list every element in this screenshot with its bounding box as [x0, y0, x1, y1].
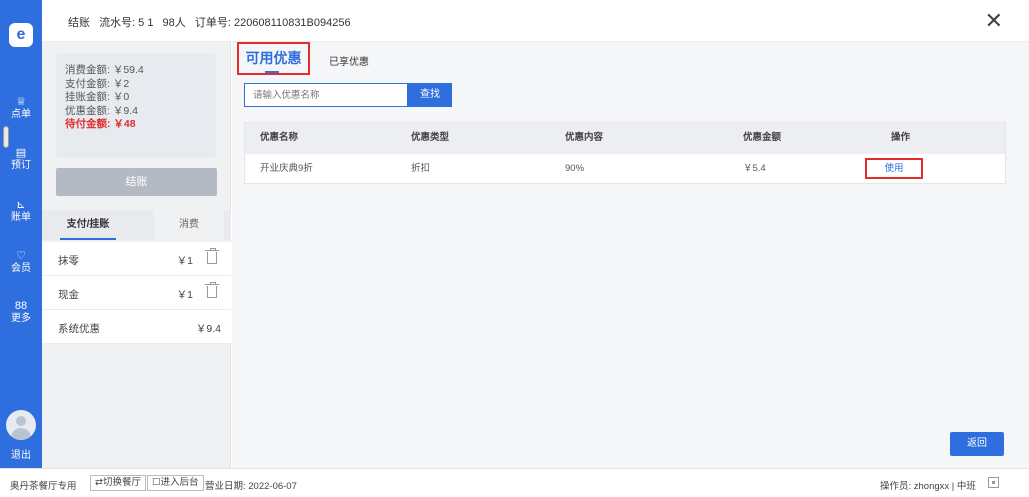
payment-amount: ￥1 [176, 255, 193, 267]
column-header: 优惠金额 [743, 132, 782, 143]
payment-name: 现金 [58, 289, 79, 301]
avatar-body [11, 428, 31, 440]
discount-amount: 优惠金额: ￥9.4 [65, 104, 138, 117]
reservation-icon: ▤ [15, 147, 27, 159]
payment-amount: ￥9.4 [195, 323, 221, 335]
table-header: 优惠名称 优惠类型 优惠内容 优惠金额 操作 [245, 123, 1005, 153]
business-date: 营业日期: 2022-06-07 [205, 481, 297, 492]
payment-panel: 消费金额: ￥59.4 支付金额: ￥2 挂账金额: ￥0 优惠金额: ￥9.4… [42, 42, 231, 468]
close-icon[interactable]: ✕ [985, 10, 1003, 32]
tab-consumption[interactable]: 消费 [154, 210, 224, 240]
consume-amount: 消费金额: ￥59.4 [65, 64, 144, 76]
sidebar-item-order[interactable]: ♕ 点单 [0, 96, 42, 120]
sidebar-item-label: 更多 [11, 313, 31, 324]
restaurant-name: 奥丹茶餐厅专用 [10, 481, 77, 492]
column-header: 优惠内容 [565, 132, 604, 143]
avatar-head [16, 416, 26, 426]
order-number: 订单号: 220608110831B094256 [194, 17, 351, 29]
logout-button[interactable]: 退出 [0, 446, 42, 461]
grid-icon: 88 [14, 300, 28, 312]
column-header: 优惠类型 [411, 132, 450, 143]
discount-search-input[interactable] [244, 83, 408, 107]
order-info: 结账 流水号: 5 1 98人 订单号: 220608110831B094256 [68, 14, 357, 30]
sidebar-item-label: 点单 [11, 109, 31, 120]
list-item: 系统优惠 ￥9.4 [42, 310, 231, 344]
checkout-title: 结账 [68, 17, 90, 29]
discount-panel: 可用优惠 已享优惠 查找 优惠名称 优惠类型 优惠内容 优惠金额 操作 开业庆典… [232, 42, 1029, 468]
payment-tabs: 支付/挂账 消费 [42, 210, 231, 240]
paid-amount: 支付金额: ￥2 [65, 77, 130, 90]
back-button[interactable]: 返回 [950, 432, 1004, 456]
avatar[interactable] [6, 410, 36, 440]
due-amount: 待付金额: ￥48 [65, 118, 136, 130]
heart-icon: ♡ [16, 250, 26, 262]
tab-payment-credit[interactable]: 支付/挂账 [56, 210, 120, 240]
sidebar-item-label: 会员 [11, 263, 31, 274]
sidebar-item-reservation[interactable]: ▤ 预订 [0, 147, 42, 171]
sidebar-item-more[interactable]: 88 更多 [0, 300, 42, 324]
column-header: 操作 [891, 132, 911, 143]
sidebar-item-label: 预订 [11, 160, 31, 171]
sidebar-item-label: 账单 [11, 212, 31, 223]
scan-icon[interactable] [988, 477, 999, 488]
status-bar: 奥丹茶餐厅专用 ⇄切换餐厅 ☐进入后台 营业日期: 2022-06-07 操作员… [0, 468, 1029, 497]
header: 结账 流水号: 5 1 98人 订单号: 220608110831B094256… [42, 0, 1029, 42]
discount-table: 优惠名称 优惠类型 优惠内容 优惠金额 操作 开业庆典9折 折扣 90% ￥5.… [244, 122, 1006, 184]
payment-name: 抹零 [58, 255, 79, 267]
sidebar: e ♕ 点单 ▤ 预订 ⊾ 账单 ♡ 会员 88 更多 退出 [0, 0, 42, 468]
sidebar-item-bills[interactable]: ⊾ 账单 [0, 199, 42, 223]
discount-name: 开业庆典9折 [260, 163, 313, 174]
use-discount-button[interactable]: 使用 [865, 158, 923, 179]
tab-enjoyed-discounts[interactable]: 已享优惠 [329, 53, 369, 68]
sidebar-collapse-handle[interactable] [3, 126, 9, 148]
discount-content: 90% [565, 163, 585, 174]
payment-list: 抹零 ￥1 现金 ￥1 系统优惠 ￥9.4 [42, 242, 231, 344]
operator-info: 操作员: zhongxx | 中班 [880, 481, 976, 492]
column-header: 优惠名称 [260, 132, 299, 143]
payment-amount: ￥1 [176, 289, 193, 301]
list-item: 抹零 ￥1 [42, 242, 231, 276]
sidebar-item-members[interactable]: ♡ 会员 [0, 250, 42, 274]
switch-restaurant-button[interactable]: ⇄切换餐厅 [90, 475, 146, 491]
tab-available-discounts[interactable]: 可用优惠 [237, 42, 310, 75]
enter-backend-button[interactable]: ☐进入后台 [147, 475, 204, 491]
discount-value: ￥5.4 [743, 163, 766, 174]
credit-amount: 挂账金额: ￥0 [65, 91, 130, 103]
chart-icon: ⊾ [16, 199, 26, 211]
trash-icon[interactable] [205, 248, 219, 264]
crown-icon: ♕ [16, 96, 26, 108]
serial-number: 流水号: 5 1 [99, 17, 154, 29]
discount-type: 折扣 [411, 163, 431, 174]
trash-icon[interactable] [205, 282, 219, 298]
payment-name: 系统优惠 [58, 323, 100, 335]
list-item: 现金 ￥1 [42, 276, 231, 310]
guest-count: 98人 [162, 17, 186, 29]
amount-summary: 消费金额: ￥59.4 支付金额: ￥2 挂账金额: ￥0 优惠金额: ￥9.4… [56, 54, 216, 158]
table-row: 开业庆典9折 折扣 90% ￥5.4 使用 [245, 153, 1005, 183]
app-logo-icon: e [9, 23, 33, 47]
search-button[interactable]: 查找 [408, 83, 452, 107]
checkout-button[interactable]: 结账 [56, 168, 217, 196]
